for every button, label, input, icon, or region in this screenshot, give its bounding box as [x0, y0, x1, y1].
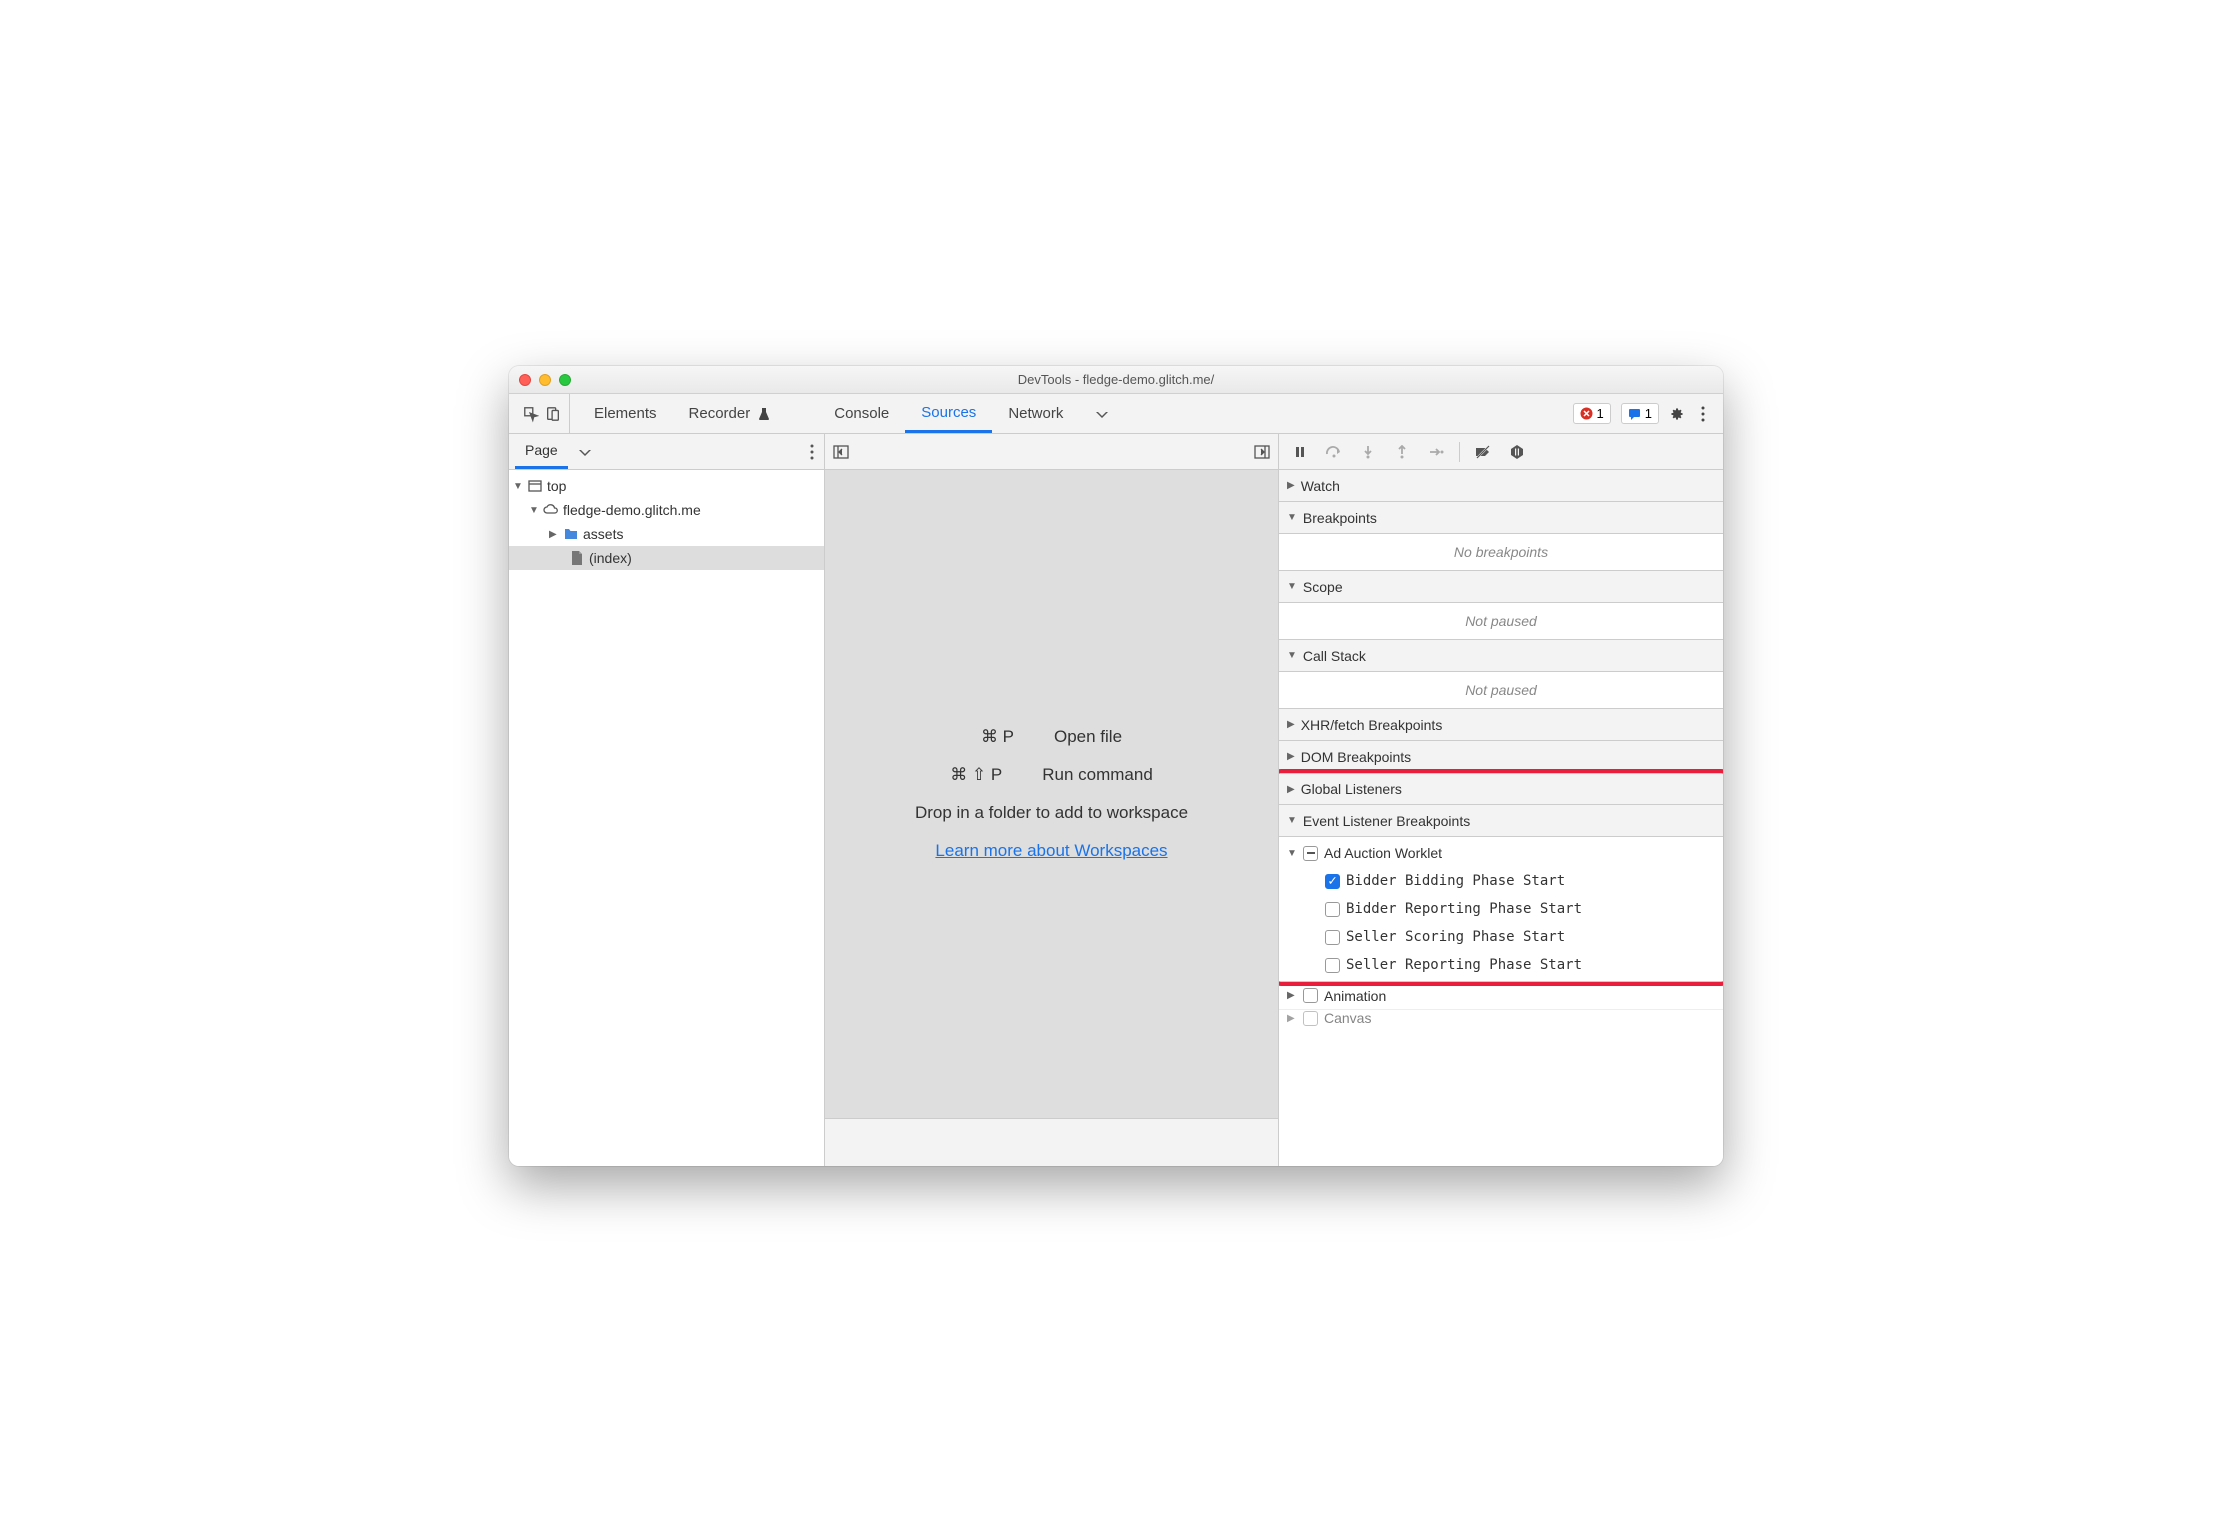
debug-controls [1279, 434, 1723, 470]
section-dom-label: DOM Breakpoints [1301, 749, 1411, 765]
shortcut-run-command: ⌘ ⇧ P [950, 765, 1002, 785]
tree-top[interactable]: top [509, 474, 824, 498]
section-callstack[interactable]: ▼Call Stack [1279, 640, 1723, 672]
highlight-region: ▶Global Listeners ▼Event Listener Breakp… [1279, 773, 1723, 982]
section-scope-label: Scope [1303, 579, 1343, 595]
tab-elements[interactable]: Elements [578, 394, 673, 433]
tab-recorder-label: Recorder [689, 405, 751, 422]
elb-item-2-label: Seller Scoring Phase Start [1346, 929, 1565, 945]
pause-exceptions-button[interactable] [1502, 438, 1532, 466]
elb-item-seller-scoring[interactable]: Seller Scoring Phase Start [1279, 923, 1723, 951]
tree-file-label: (index) [589, 550, 632, 566]
elb-canvas[interactable]: ▶ Canvas [1279, 1010, 1723, 1026]
learn-workspaces-link[interactable]: Learn more about Workspaces [935, 841, 1167, 861]
elb-item-bidder-bidding[interactable]: ✓ Bidder Bidding Phase Start [1279, 867, 1723, 895]
nav-tab-page[interactable]: Page [515, 434, 568, 469]
tab-network[interactable]: Network [992, 394, 1079, 433]
label-run-command: Run command [1042, 765, 1153, 785]
debugger-panel: ▶Watch ▼Breakpoints No breakpoints ▼Scop… [1279, 434, 1723, 1166]
error-count: 1 [1597, 406, 1604, 421]
navigator-panel: Page top fledge-demo.glitch.me [509, 434, 825, 1166]
tree-top-label: top [547, 478, 566, 494]
nav-kebab[interactable] [800, 434, 824, 469]
frame-icon [527, 478, 543, 494]
section-xhr-label: XHR/fetch Breakpoints [1301, 717, 1443, 733]
section-watch-label: Watch [1301, 478, 1340, 494]
tab-recorder[interactable]: Recorder [673, 394, 789, 433]
checkbox-seller-scoring[interactable] [1325, 930, 1340, 945]
checkbox-animation[interactable] [1303, 988, 1318, 1003]
message-badge[interactable]: 1 [1621, 403, 1659, 424]
tree-file-index[interactable]: (index) [509, 546, 824, 570]
flask-icon [756, 406, 772, 422]
elb-item-0-label: Bidder Bidding Phase Start [1346, 873, 1565, 889]
elb-ad-auction-label: Ad Auction Worklet [1324, 845, 1442, 861]
section-global-listeners[interactable]: ▶Global Listeners [1279, 773, 1723, 805]
section-xhr[interactable]: ▶XHR/fetch Breakpoints [1279, 709, 1723, 741]
pause-button[interactable] [1285, 438, 1315, 466]
section-breakpoints-label: Breakpoints [1303, 510, 1377, 526]
checkbox-bidder-reporting[interactable] [1325, 902, 1340, 917]
step-button[interactable] [1421, 438, 1451, 466]
step-over-button[interactable] [1319, 438, 1349, 466]
cloud-icon [543, 502, 559, 518]
error-badge[interactable]: 1 [1573, 403, 1611, 424]
device-toggle-icon[interactable] [545, 406, 561, 422]
elb-item-seller-reporting[interactable]: Seller Reporting Phase Start [1279, 951, 1723, 979]
checkbox-seller-reporting[interactable] [1325, 958, 1340, 973]
callstack-empty: Not paused [1279, 672, 1723, 709]
tree-domain-label: fledge-demo.glitch.me [563, 502, 701, 518]
kebab-icon[interactable] [1695, 406, 1711, 422]
elb-canvas-label: Canvas [1324, 1010, 1371, 1026]
nav-tab-more[interactable] [568, 434, 602, 469]
section-scope[interactable]: ▼Scope [1279, 571, 1723, 603]
elb-animation[interactable]: ▶ Animation [1279, 982, 1723, 1010]
sidebar-toggle-left-icon[interactable] [833, 444, 849, 460]
inspect-icon[interactable] [523, 406, 539, 422]
section-watch[interactable]: ▶Watch [1279, 470, 1723, 502]
editor-panel: ⌘ P Open file ⌘ ⇧ P Run command Drop in … [825, 434, 1279, 1166]
titlebar: DevTools - fledge-demo.glitch.me/ [509, 366, 1723, 394]
scope-empty: Not paused [1279, 603, 1723, 640]
tree-folder-assets[interactable]: assets [509, 522, 824, 546]
devtools-window: DevTools - fledge-demo.glitch.me/ Elemen… [509, 366, 1723, 1166]
file-tree: top fledge-demo.glitch.me assets (index) [509, 470, 824, 1166]
main-toolbar: Elements Recorder Console Sources Networ… [509, 394, 1723, 434]
tree-domain[interactable]: fledge-demo.glitch.me [509, 498, 824, 522]
tree-folder-label: assets [583, 526, 623, 542]
section-dom[interactable]: ▶DOM Breakpoints [1279, 741, 1723, 773]
file-icon [569, 550, 585, 566]
window-title: DevTools - fledge-demo.glitch.me/ [509, 372, 1723, 387]
elb-animation-label: Animation [1324, 988, 1386, 1004]
checkbox-canvas[interactable] [1303, 1011, 1318, 1026]
step-into-button[interactable] [1353, 438, 1383, 466]
section-callstack-label: Call Stack [1303, 648, 1366, 664]
checkbox-ad-auction-worklet[interactable] [1303, 846, 1318, 861]
section-global-label: Global Listeners [1301, 781, 1402, 797]
label-open-file: Open file [1054, 727, 1122, 747]
elb-item-bidder-reporting[interactable]: Bidder Reporting Phase Start [1279, 895, 1723, 923]
folder-icon [563, 526, 579, 542]
settings-icon[interactable] [1669, 406, 1685, 422]
breakpoints-empty: No breakpoints [1279, 534, 1723, 571]
tab-console[interactable]: Console [818, 394, 905, 433]
elb-item-3-label: Seller Reporting Phase Start [1346, 957, 1582, 973]
drop-hint: Drop in a folder to add to workspace [915, 803, 1188, 823]
message-count: 1 [1645, 406, 1652, 421]
step-out-button[interactable] [1387, 438, 1417, 466]
tab-more[interactable] [1079, 394, 1125, 433]
checkbox-bidder-bidding[interactable]: ✓ [1325, 874, 1340, 889]
section-event-listener-breakpoints[interactable]: ▼Event Listener Breakpoints [1279, 805, 1723, 837]
hint-open-file: ⌘ P Open file [981, 727, 1122, 747]
hint-run-command: ⌘ ⇧ P Run command [950, 765, 1153, 785]
section-elb-label: Event Listener Breakpoints [1303, 813, 1470, 829]
sidebar-toggle-right-icon[interactable] [1254, 444, 1270, 460]
elb-item-1-label: Bidder Reporting Phase Start [1346, 901, 1582, 917]
tab-sources[interactable]: Sources [905, 394, 992, 433]
editor-statusbar [825, 1118, 1278, 1166]
elb-ad-auction-worklet[interactable]: ▼ Ad Auction Worklet [1279, 839, 1723, 867]
deactivate-breakpoints-button[interactable] [1468, 438, 1498, 466]
section-breakpoints[interactable]: ▼Breakpoints [1279, 502, 1723, 534]
shortcut-open-file: ⌘ P [981, 727, 1014, 747]
